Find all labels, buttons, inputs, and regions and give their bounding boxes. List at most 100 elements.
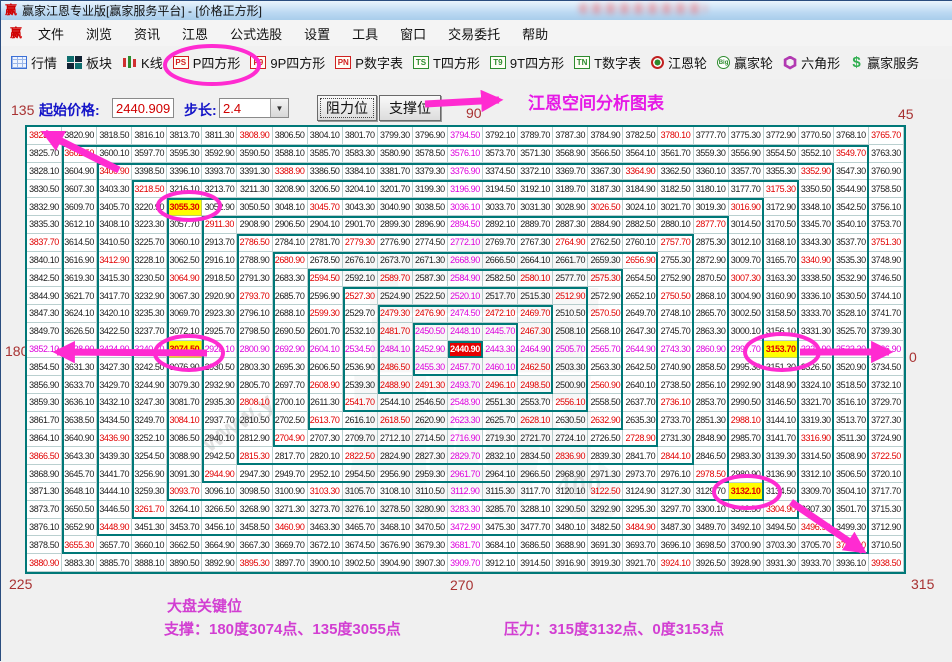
toolbar-item-9t-square[interactable]: T99T四方形 [490,53,564,72]
toolbar-item-winner-wheel[interactable]: Big赢家轮 [717,53,773,72]
menu-item-江恩[interactable]: 江恩 [171,27,219,42]
chevron-down-icon[interactable]: ▼ [270,99,288,117]
gann-cell: 3549.70 [834,145,869,163]
gann-cell: 3273.70 [308,501,343,519]
start-price-label: 起始价格: [39,100,100,120]
gann-cell: 3084.10 [167,412,202,430]
toolbar-item-p-square[interactable]: PSP四方形 [173,53,241,72]
gann-cell: 3897.70 [273,554,308,572]
gann-cell: 3415.30 [97,269,132,287]
toolbar-item-gann-wheel[interactable]: 江恩轮 [651,53,707,72]
menu-item-公式选股[interactable]: 公式选股 [219,27,293,42]
gann-cell: 3026.50 [588,198,623,216]
gann-cell: 3648.10 [62,483,97,501]
gann-cell: 3583.30 [343,145,378,163]
gann-cell: 3813.70 [167,127,202,145]
gann-cell: 2450.50 [413,323,448,341]
toolbar-item-t-number-table[interactable]: TNT数字表 [574,53,641,72]
footer-title: 大盘关键位 [167,595,242,616]
toolbar-item-winner-service[interactable]: $赢家服务 [850,53,919,72]
menu-item-窗口[interactable]: 窗口 [389,27,437,42]
gann-cell: 3192.10 [518,180,553,198]
gann-cell: 3643.30 [62,447,97,465]
gann-cell: 3235.30 [132,305,167,323]
toolbar-item-t-square[interactable]: TST四方形 [413,53,480,72]
menu-item-资讯[interactable]: 资讯 [123,27,171,42]
gann-cell: 3559.30 [694,145,729,163]
gann-cell: 2798.50 [237,323,272,341]
gann-cell: 3837.70 [27,234,62,252]
gann-cell: 3523.30 [834,341,869,359]
gann-cell: 3482.50 [588,519,623,537]
support-button[interactable]: 支撑位 [379,95,441,121]
market-grid-icon [11,56,27,69]
gann-cell: 2460.10 [483,358,518,376]
angle-label-225: 225 [9,576,32,592]
angle-label-0: 0 [909,349,917,365]
gann-cell: 2659.30 [588,252,623,270]
gann-cell: 2594.50 [308,269,343,287]
step-label: 步长: [184,100,217,120]
gann-cell: 2714.50 [413,430,448,448]
resistance-button[interactable]: 阻力位 [317,95,377,121]
gann-cell: 3703.30 [764,536,799,554]
toolbar-item-hexagon[interactable]: 六角形 [783,53,840,72]
gann-cell: 3285.70 [483,501,518,519]
menu-item-浏览[interactable]: 浏览 [75,27,123,42]
gann-cell: 2712.10 [378,430,413,448]
gann-cell: 2678.50 [308,252,343,270]
gann-cell: 3004.90 [729,287,764,305]
gann-cell: 3336.10 [799,287,834,305]
gann-cell: 3669.70 [273,536,308,554]
menu-item-设置[interactable]: 设置 [293,27,341,42]
gann-cell: 3489.70 [694,519,729,537]
title-bar: 赢 赢家江恩专业版[赢家服务平台] - [价格正方形] [1,1,952,20]
gann-cell: 2541.70 [343,394,378,412]
gann-cell: 3756.10 [869,198,904,216]
gann-cell: 3144.10 [764,412,799,430]
gann-cell: 2666.50 [483,252,518,270]
gann-cell: 3912.10 [483,554,518,572]
angle-label-45: 45 [898,106,914,122]
toolbar-item-9p-square[interactable]: P99P四方形 [250,53,325,72]
toolbar-item-sectors[interactable]: 板块 [67,53,112,72]
gann-cell: 3847.30 [27,305,62,323]
gann-cell: 3794.50 [448,127,483,145]
toolbar-item-kline[interactable]: K线 [122,53,163,72]
gann-cell: 3156.10 [764,323,799,341]
menu-item-文件[interactable]: 文件 [27,27,75,42]
gann-cell: 3470.50 [413,519,448,537]
gann-cell: 2474.50 [448,305,483,323]
gann-cell: 3242.50 [132,358,167,376]
gann-cell: 3722.50 [869,447,904,465]
gann-cell: 2630.50 [553,412,588,430]
step-combobox[interactable]: 2.4 ▼ [219,98,289,118]
gann-cell: 3463.30 [308,519,343,537]
gann-cell: 2853.70 [694,394,729,412]
toolbar-item-label: 行情 [31,53,57,72]
gann-cell: 2774.50 [413,234,448,252]
gann-cell: 2517.70 [483,287,518,305]
toolbar-item-market-quotes[interactable]: 行情 [11,53,57,72]
menu-item-工具[interactable]: 工具 [341,27,389,42]
gann-cell: 2899.30 [378,216,413,234]
gann-cell: 3566.50 [588,145,623,163]
start-price-input[interactable] [112,98,174,118]
toolbar-item-p-number-table[interactable]: PNP数字表 [335,53,403,72]
gann-cell: 3789.70 [518,127,553,145]
gann-cell: 3504.10 [834,483,869,501]
gann-cell: 2738.50 [658,376,693,394]
menu-item-交易委托[interactable]: 交易委托 [437,27,511,42]
gann-cell: 3626.50 [62,323,97,341]
toolbar-item-label: 9P四方形 [270,53,325,72]
gann-cell: 3278.50 [378,501,413,519]
footer-pressure-text: 压力：315度3132点、0度3153点 [504,618,724,639]
gann-cell: 3434.50 [97,412,132,430]
gann-cell: 3511.30 [834,430,869,448]
gann-cell: 2673.70 [378,252,413,270]
menu-item-帮助[interactable]: 帮助 [511,27,559,42]
gann-cell: 2570.50 [588,305,623,323]
gann-cell: 3739.30 [869,323,904,341]
gann-cell: 3151.30 [764,358,799,376]
gann-cell: 3600.10 [97,145,132,163]
